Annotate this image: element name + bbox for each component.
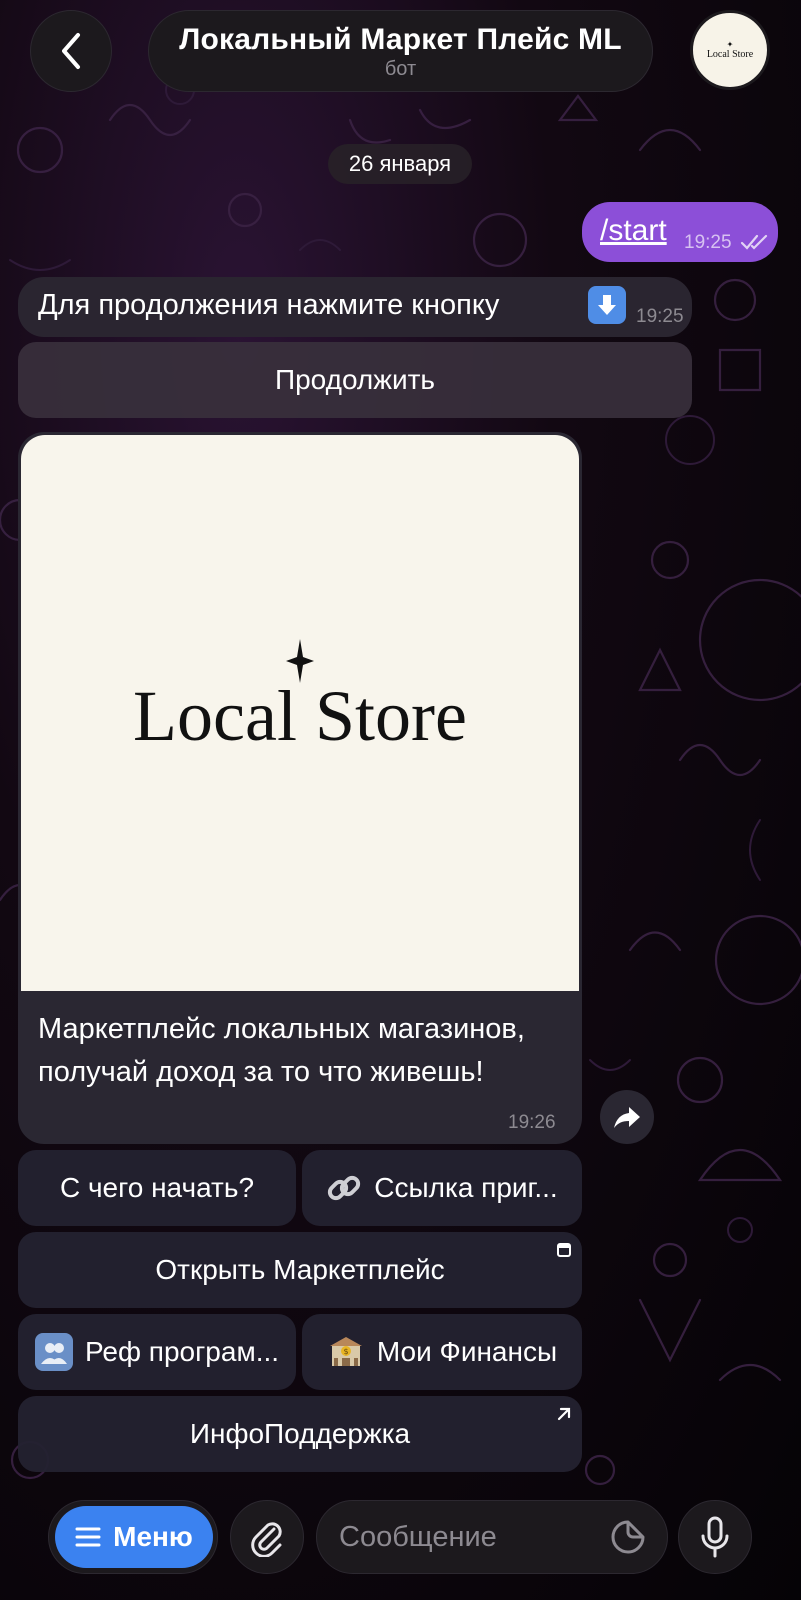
- microphone-icon: [701, 1516, 729, 1558]
- start-command-link[interactable]: /start: [600, 214, 667, 248]
- start-help-button[interactable]: С чего начать?: [18, 1150, 296, 1226]
- logo-text: Local Store: [133, 676, 467, 756]
- bank-icon: $: [327, 1333, 365, 1371]
- share-arrow-icon: [614, 1107, 640, 1128]
- web-app-icon: [557, 1243, 571, 1257]
- message-time: 19:25: [684, 232, 732, 253]
- svg-text:$: $: [343, 1347, 348, 1356]
- continue-button-label: Продолжить: [274, 364, 436, 395]
- invite-link-button[interactable]: Ссылка приг...: [302, 1150, 582, 1226]
- start-help-label: С чего начать?: [59, 1172, 255, 1203]
- message-text: Для продолжения нажмите кнопку: [38, 289, 500, 321]
- chat-subtitle: бот: [384, 58, 417, 80]
- message-time: 19:25: [636, 306, 684, 327]
- post-caption: Маркетплейс локальных магазинов, получай…: [38, 1013, 525, 1088]
- open-marketplace-button[interactable]: Открыть Маркетплейс: [18, 1232, 582, 1308]
- paperclip-icon: [251, 1522, 282, 1557]
- link-icon: [328, 1175, 361, 1201]
- invite-link-label: Ссылка приг...: [374, 1172, 558, 1203]
- back-button[interactable]: [30, 10, 112, 92]
- info-support-button[interactable]: ИнфоПоддержка: [18, 1396, 582, 1472]
- attach-button[interactable]: [230, 1500, 304, 1574]
- menu-button[interactable]: Меню: [55, 1506, 213, 1568]
- open-marketplace-label: Открыть Маркетплейс: [155, 1254, 445, 1285]
- star-icon: ✦: [726, 39, 734, 49]
- chevron-left-icon: [62, 33, 80, 69]
- my-finances-button[interactable]: $ Мои Финансы: [302, 1314, 582, 1390]
- double-check-icon: [740, 234, 768, 250]
- local-store-logo-image[interactable]: Local Store: [21, 435, 579, 991]
- date-separator: 26 января: [328, 144, 472, 184]
- info-support-label: ИнфоПоддержка: [189, 1418, 411, 1449]
- external-link-arrow-icon: [557, 1407, 571, 1421]
- avatar-logo-text: Local Store: [706, 48, 754, 60]
- down-arrow-emoji-icon: [588, 286, 626, 324]
- incoming-message: Для продолжения нажмите кнопку 19:25: [18, 277, 692, 337]
- hamburger-icon: [75, 1527, 101, 1547]
- outgoing-message: /start 19:25: [582, 202, 778, 262]
- chat-title: Локальный Маркет Плейс ML: [179, 23, 622, 56]
- message-input-placeholder: Сообщение: [339, 1521, 497, 1553]
- sticker-icon[interactable]: [610, 1519, 646, 1555]
- share-button[interactable]: [600, 1090, 654, 1144]
- chat-title-pill[interactable]: Локальный Маркет Плейс ML бот: [148, 10, 653, 92]
- image-post-message: Local Store Маркетплейс локальных магази…: [18, 432, 582, 1144]
- continue-button[interactable]: Продолжить: [18, 342, 692, 418]
- ref-program-label: Реф програм...: [84, 1336, 280, 1367]
- menu-button-label: Меню: [113, 1521, 193, 1552]
- bot-avatar[interactable]: ✦ Local Store: [690, 10, 770, 90]
- ref-program-button[interactable]: Реф програм...: [18, 1314, 296, 1390]
- message-time: 19:26: [508, 1112, 556, 1133]
- my-finances-label: Мои Финансы: [376, 1336, 558, 1367]
- microphone-button[interactable]: [678, 1500, 752, 1574]
- users-icon: [34, 1333, 73, 1371]
